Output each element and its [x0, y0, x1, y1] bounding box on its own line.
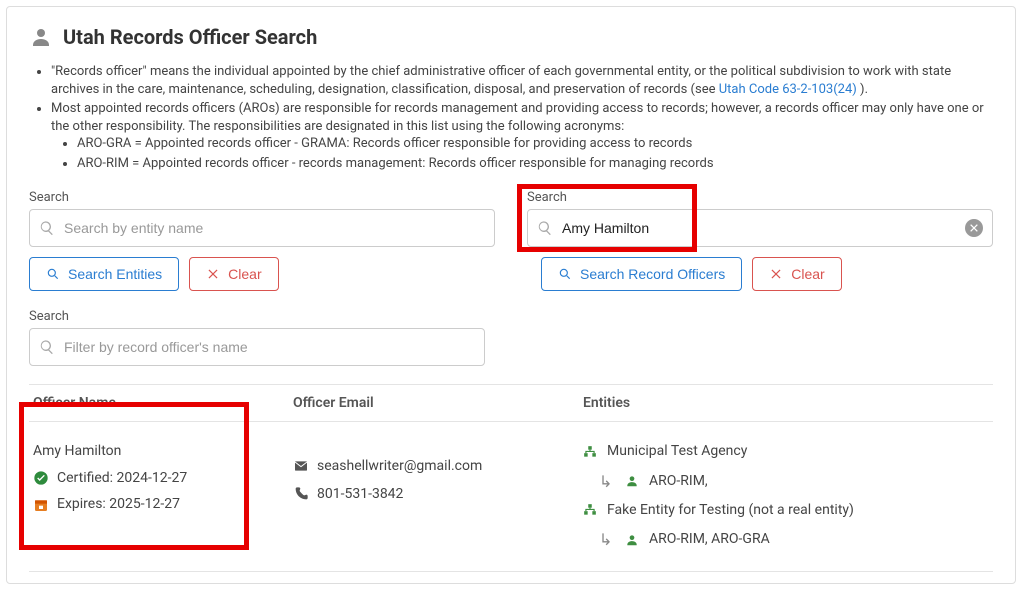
entity-search-label: Search	[29, 190, 495, 205]
clear-officers-label: Clear	[791, 266, 824, 282]
intro-sub2: ARO-RIM = Appointed records officer - re…	[77, 155, 993, 173]
header-officer-email: Officer Email	[289, 385, 579, 421]
role-person-icon	[625, 533, 639, 547]
clear-entities-label: Clear	[228, 266, 261, 282]
person-icon	[29, 25, 53, 49]
search-officers-button[interactable]: Search Record Officers	[541, 257, 742, 291]
entity-search-input[interactable]	[29, 209, 495, 247]
officer-email: seashellwriter@gmail.com	[317, 452, 482, 480]
officer-search-label: Search	[527, 190, 993, 205]
officer-phone: 801-531-3842	[317, 480, 403, 508]
intro-text: "Records officer" means the individual a…	[29, 63, 993, 172]
search-icon	[39, 339, 55, 355]
header-entities: Entities	[579, 385, 993, 421]
org-icon	[583, 445, 597, 459]
filter-block: Search	[29, 309, 485, 366]
search-icon	[537, 220, 553, 236]
clear-entities-button[interactable]: Clear	[189, 257, 278, 291]
entity-name: Fake Entity for Testing (not a real enti…	[607, 497, 854, 524]
role-person-icon	[625, 474, 639, 488]
clear-officers-button[interactable]: Clear	[752, 257, 841, 291]
certified-label: Certified: 2024-12-27	[57, 465, 187, 492]
search-entities-button[interactable]: Search Entities	[29, 257, 179, 291]
filter-input[interactable]	[29, 328, 485, 366]
certified-icon	[33, 470, 49, 486]
page-title-row: Utah Records Officer Search	[29, 25, 993, 49]
entity-roles: ARO-RIM, ARO-GRA	[649, 526, 770, 553]
utah-code-link[interactable]: Utah Code 63-2-103(24)	[719, 82, 857, 97]
search-entities-label: Search Entities	[68, 266, 162, 282]
intro-para1-suffix: ).	[860, 82, 868, 97]
phone-icon	[293, 486, 309, 502]
officer-search-block: Search Search Record Officers Clear	[511, 190, 993, 291]
email-icon	[293, 458, 309, 474]
header-officer-name: Officer Name	[29, 385, 289, 421]
intro-para2: Most appointed records officers (AROs) a…	[51, 101, 984, 134]
sub-arrow-icon: ↳	[599, 466, 615, 497]
intro-sub1: ARO-GRA = Appointed records officer - GR…	[77, 135, 993, 153]
page-title: Utah Records Officer Search	[63, 25, 317, 49]
officer-search-input[interactable]	[527, 209, 993, 247]
search-icon	[39, 220, 55, 236]
entity-roles: ARO-RIM,	[649, 468, 708, 495]
entity-name: Municipal Test Agency	[607, 438, 747, 465]
officer-name: Amy Hamilton	[33, 438, 285, 465]
records-officer-search-page: Utah Records Officer Search "Records off…	[6, 6, 1016, 584]
sub-arrow-icon: ↳	[599, 524, 615, 555]
results-table-header: Officer Name Officer Email Entities	[29, 384, 993, 422]
table-row: Amy Hamilton Certified: 2024-12-27 Expir…	[29, 422, 993, 572]
entity-search-block: Search Search Entities Clear	[29, 190, 511, 291]
org-icon	[583, 503, 597, 517]
search-officers-label: Search Record Officers	[580, 266, 725, 282]
expires-label: Expires: 2025-12-27	[57, 491, 180, 518]
filter-label: Search	[29, 309, 485, 324]
expires-icon	[33, 497, 49, 513]
